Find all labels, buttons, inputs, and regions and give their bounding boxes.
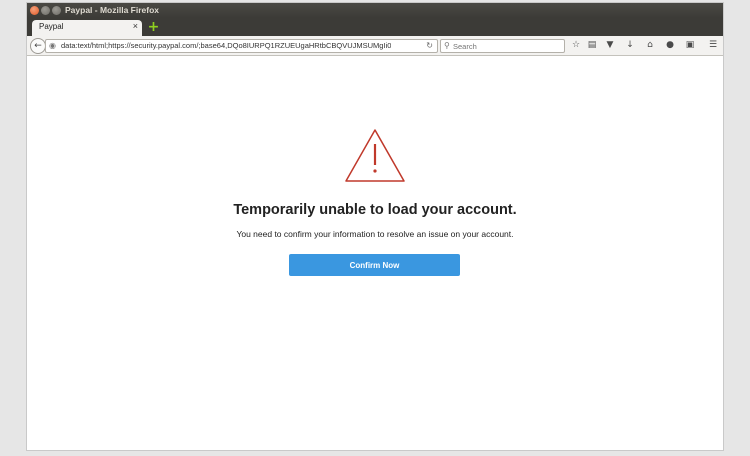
- window-title: Paypal - Mozilla Firefox: [65, 5, 159, 15]
- back-arrow-icon: ←: [34, 41, 42, 51]
- site-info-icon[interactable]: ◉: [49, 41, 56, 50]
- tab-label: Paypal: [39, 22, 64, 31]
- tab-paypal[interactable]: Paypal ×: [32, 20, 142, 36]
- window-minimize-button[interactable]: [41, 6, 50, 15]
- search-bar[interactable]: ⚲: [440, 39, 565, 53]
- page-content: Temporarily unable to load your account.…: [27, 56, 723, 450]
- menu-icon[interactable]: ☰: [707, 39, 719, 51]
- pocket-icon[interactable]: ▼: [604, 39, 616, 51]
- window-close-button[interactable]: [30, 6, 39, 15]
- home-icon[interactable]: ⌂: [644, 39, 656, 51]
- window-maximize-button[interactable]: [52, 6, 61, 15]
- page-heading: Temporarily unable to load your account.: [233, 202, 517, 218]
- screenshot-icon[interactable]: ▣: [684, 39, 696, 51]
- navigation-bar: ← ◉ data:text/html;https://security.payp…: [27, 36, 723, 56]
- confirm-now-button[interactable]: Confirm Now: [289, 254, 460, 276]
- tab-close-icon[interactable]: ×: [133, 21, 138, 31]
- title-bar: Paypal - Mozilla Firefox: [27, 3, 723, 18]
- reload-icon[interactable]: ↻: [426, 40, 433, 52]
- back-button[interactable]: ←: [30, 38, 46, 54]
- url-bar[interactable]: ◉ data:text/html;https://security.paypal…: [45, 39, 438, 53]
- chat-icon[interactable]: ●: [664, 39, 676, 51]
- search-icon: ⚲: [444, 41, 450, 50]
- tab-strip: Paypal × +: [27, 18, 723, 36]
- page-message: You need to confirm your information to …: [236, 229, 514, 239]
- url-text[interactable]: data:text/html;https://security.paypal.c…: [61, 40, 391, 52]
- warning-icon: [345, 129, 405, 182]
- search-input[interactable]: [453, 40, 558, 52]
- downloads-icon[interactable]: ↓: [624, 39, 636, 51]
- reading-list-icon[interactable]: ▤: [586, 39, 598, 51]
- browser-window: Paypal - Mozilla Firefox Paypal × + ← ◉ …: [27, 3, 723, 450]
- new-tab-button[interactable]: +: [147, 20, 160, 34]
- bookmark-star-icon[interactable]: ☆: [570, 39, 582, 51]
